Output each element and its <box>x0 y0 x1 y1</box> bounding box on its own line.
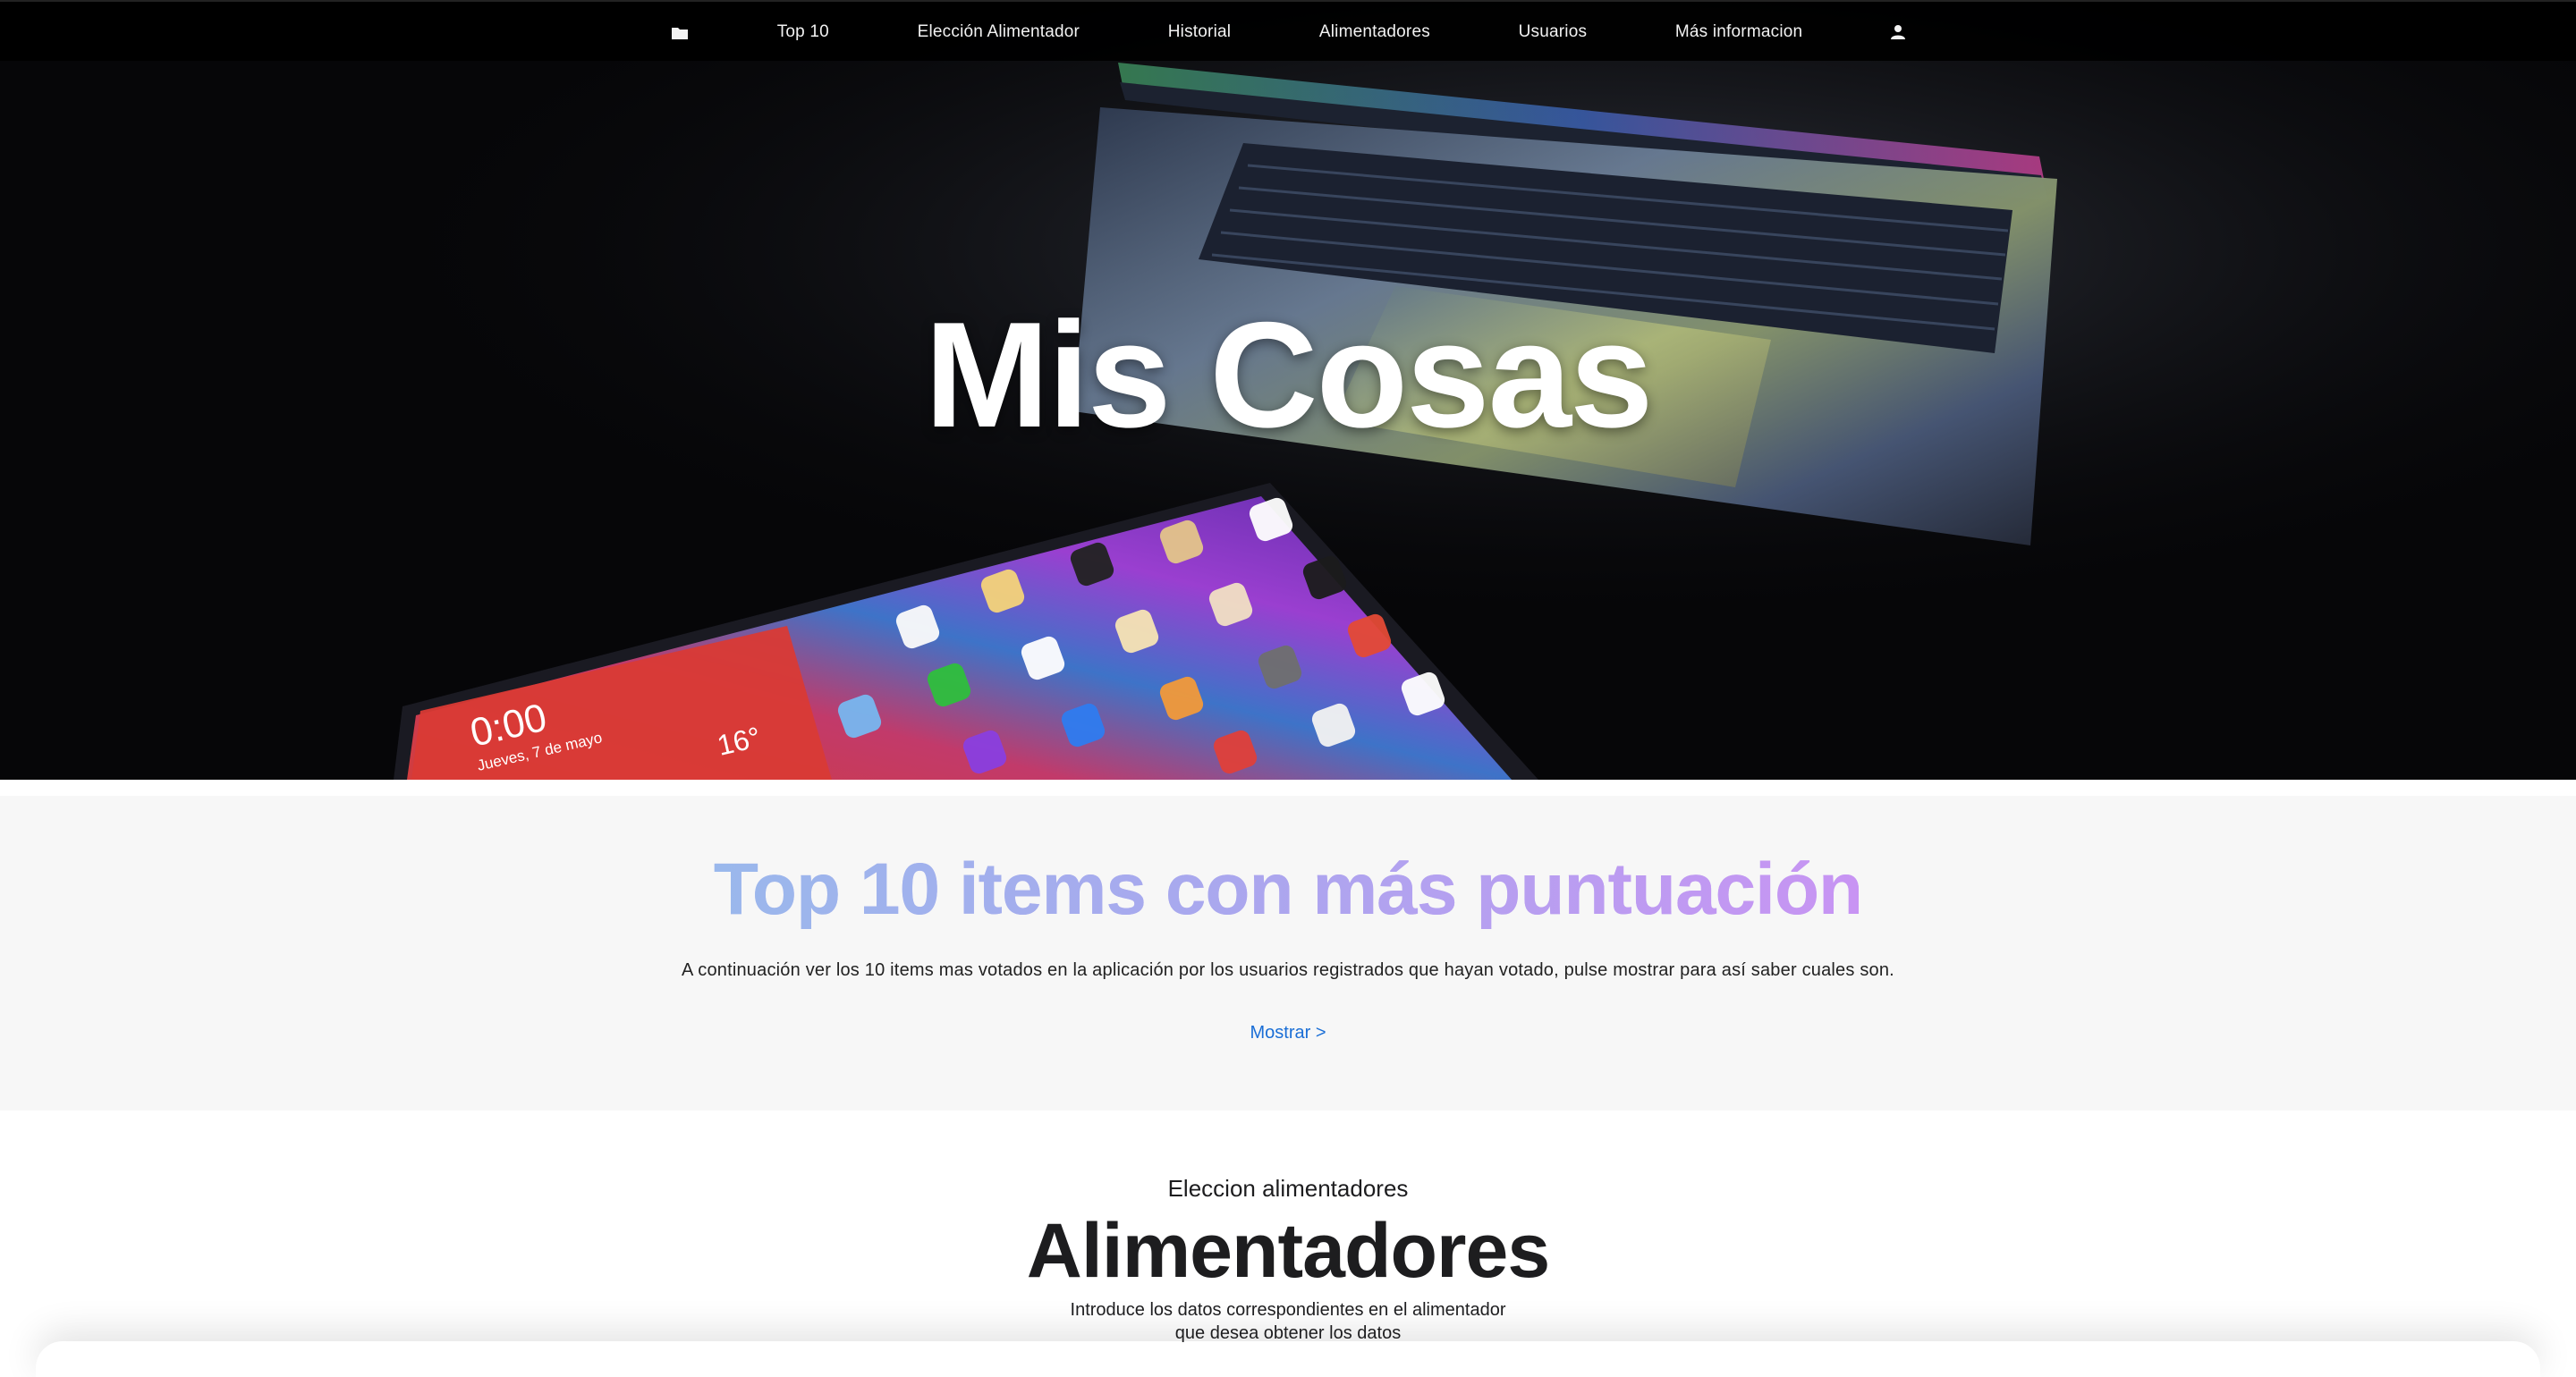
top10-section: Top 10 items con más puntuación A contin… <box>0 796 2576 1111</box>
alimentadores-description-line1: Introduce los datos correspondientes en … <box>1070 1300 1506 1320</box>
nav-item-historial[interactable]: Historial <box>1159 17 1240 47</box>
nav-item-alimentadores[interactable]: Alimentadores <box>1310 17 1439 47</box>
nav-item-usuarios[interactable]: Usuarios <box>1510 17 1597 47</box>
alimentadores-section: Eleccion alimentadores Alimentadores Int… <box>0 1111 2576 1377</box>
hero-title: Mis Cosas <box>924 291 1654 459</box>
top-navbar: Top 10 Elección Alimentador Historial Al… <box>0 0 2576 61</box>
nav-item-eleccion-alimentador[interactable]: Elección Alimentador <box>909 17 1089 47</box>
alimentadores-title: Alimentadores <box>1026 1208 1550 1294</box>
alimentadores-kicker: Eleccion alimentadores <box>1167 1175 1409 1202</box>
folder-icon[interactable] <box>662 20 698 46</box>
nav-item-mas-informacion[interactable]: Más informacion <box>1666 17 1811 47</box>
nav-item-top10[interactable]: Top 10 <box>768 17 838 47</box>
show-top10-link[interactable]: Mostrar > <box>0 1023 2576 1043</box>
top10-title-text: Top 10 items con más puntuación <box>713 849 1863 930</box>
nav-links: Top 10 Elección Alimentador Historial Al… <box>662 2 1914 63</box>
user-icon[interactable] <box>1882 19 1914 46</box>
alimentadores-description-line2: que desea obtener los datos <box>1174 1323 1402 1343</box>
top10-title: Top 10 items con más puntuación <box>0 846 2576 933</box>
alimentadores-description: Introduce los datos correspondientes en … <box>1055 1298 1521 1345</box>
hero-banner: 0:00 Jueves, 7 de mayo 16° Mis Cosas <box>0 0 2576 780</box>
top10-description: A continuación ver los 10 items mas vota… <box>682 960 1894 980</box>
alimentadores-card-edge <box>36 1341 2540 1377</box>
